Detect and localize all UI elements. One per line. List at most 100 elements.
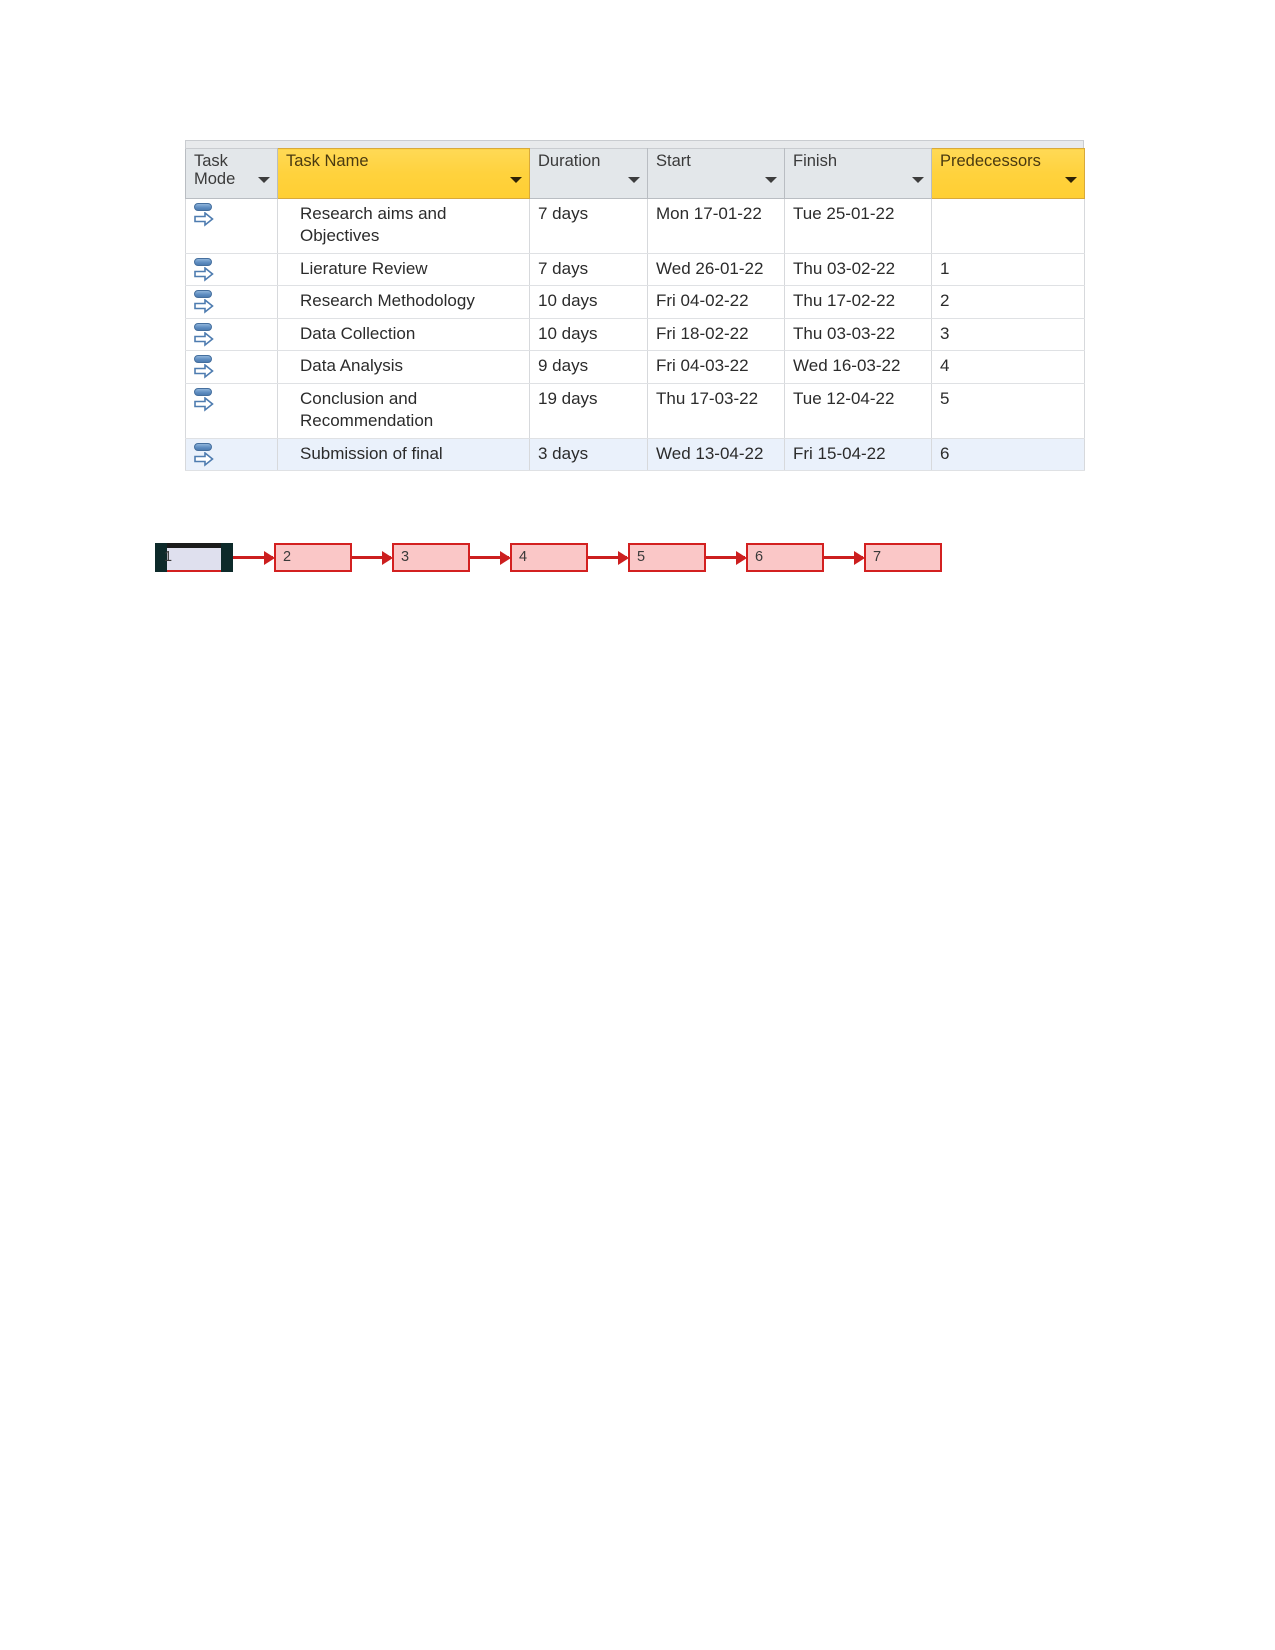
auto-scheduled-icon <box>193 354 219 380</box>
cell-task-name[interactable]: Data Collection <box>277 317 530 352</box>
arrow-right-outline-icon <box>194 451 214 467</box>
network-node[interactable]: 1 <box>155 543 233 572</box>
dependency-arrow[interactable] <box>705 551 747 565</box>
column-header-duration[interactable]: Duration <box>529 148 648 199</box>
cell-task-name[interactable]: Lierature Review <box>277 252 530 287</box>
network-node[interactable]: 6 <box>746 543 824 572</box>
column-header-label: Finish <box>793 152 838 170</box>
cell-task-name[interactable]: Research Methodology <box>277 285 530 319</box>
table-row[interactable]: Research Methodology 10 days Fri 04-02-22 T… <box>185 285 1085 319</box>
table-header-row: Task Mode Task Name Duration Start Finis… <box>185 148 1085 199</box>
cell-task-name[interactable]: Submission of final <box>277 437 530 471</box>
view-split-bar[interactable] <box>185 140 1084 148</box>
column-header-predecessors[interactable]: Predecessors <box>931 148 1085 199</box>
chevron-down-icon[interactable] <box>1065 177 1077 183</box>
arrow-right-outline-icon <box>194 331 214 347</box>
cell-task-mode[interactable] <box>185 252 278 287</box>
table-row[interactable]: Conclusion and Recommendation 19 days Thu … <box>185 382 1085 439</box>
cell-task-mode[interactable] <box>185 285 278 319</box>
chevron-down-icon[interactable] <box>912 177 924 183</box>
dependency-arrow[interactable] <box>823 551 865 565</box>
cell-finish[interactable]: Thu 03-03-22 <box>784 317 932 352</box>
cell-finish[interactable]: Thu 03-02-22 <box>784 252 932 287</box>
cell-task-name[interactable]: Data Analysis <box>277 350 530 384</box>
arrow-right-outline-icon <box>194 212 214 227</box>
cell-predecessors[interactable]: 6 <box>931 437 1085 471</box>
column-header-start[interactable]: Start <box>647 148 785 199</box>
cell-task-name[interactable]: Research aims and Objectives <box>277 198 530 254</box>
network-node-label: 4 <box>519 549 528 565</box>
task-table-region: Task Mode Task Name Duration Start Finis… <box>185 140 1085 471</box>
cell-start[interactable]: Mon 17-01-22 <box>647 198 785 254</box>
cell-start[interactable]: Wed 26-01-22 <box>647 252 785 287</box>
dependency-arrow[interactable] <box>351 551 393 565</box>
column-header-label: Task Mode <box>194 152 236 189</box>
cell-duration[interactable]: 7 days <box>529 252 648 287</box>
cell-finish[interactable]: Tue 25-01-22 <box>784 198 932 254</box>
cell-predecessors[interactable]: 3 <box>931 317 1085 352</box>
table-row[interactable]: Submission of final 3 days Wed 13-04-22 Fri… <box>185 437 1085 471</box>
network-node[interactable]: 4 <box>510 543 588 572</box>
network-node[interactable]: 5 <box>628 543 706 572</box>
cell-task-mode[interactable] <box>185 198 278 254</box>
arrow-right-outline-icon <box>194 299 214 314</box>
network-node-label: 7 <box>873 549 882 565</box>
cell-predecessors[interactable]: 5 <box>931 382 1085 439</box>
cell-task-mode[interactable] <box>185 317 278 352</box>
task-table: Task Mode Task Name Duration Start Finis… <box>185 148 1085 471</box>
dependency-arrow[interactable] <box>233 551 275 565</box>
table-row[interactable]: Data Collection 10 days Fri 18-02-22 Thu 03… <box>185 317 1085 352</box>
network-node[interactable]: 7 <box>864 543 942 572</box>
cell-task-mode[interactable] <box>185 437 278 471</box>
column-header-task-name[interactable]: Task Name <box>277 148 530 199</box>
auto-scheduled-icon <box>193 322 219 348</box>
cell-predecessors[interactable]: 2 <box>931 285 1085 319</box>
cell-start[interactable]: Fri 04-03-22 <box>647 350 785 384</box>
cell-finish[interactable]: Tue 12-04-22 <box>784 382 932 439</box>
chevron-down-icon[interactable] <box>765 177 777 183</box>
cell-duration[interactable]: 3 days <box>529 437 648 471</box>
column-header-label: Start <box>656 152 691 170</box>
cell-predecessors[interactable]: 1 <box>931 252 1085 287</box>
cell-finish[interactable]: Thu 17-02-22 <box>784 285 932 319</box>
network-node-label: 2 <box>283 549 292 565</box>
column-header-label: Task Name <box>286 152 369 170</box>
dependency-arrow[interactable] <box>587 551 629 565</box>
cell-predecessors[interactable] <box>931 198 1085 254</box>
column-header-label: Predecessors <box>940 152 1041 170</box>
table-row[interactable]: Data Analysis 9 days Fri 04-03-22 Wed 16-03… <box>185 350 1085 384</box>
column-header-finish[interactable]: Finish <box>784 148 932 199</box>
table-row[interactable]: Research aims and Objectives 7 days Mon 17… <box>185 198 1085 254</box>
cell-finish[interactable]: Wed 16-03-22 <box>784 350 932 384</box>
cell-start[interactable]: Fri 18-02-22 <box>647 317 785 352</box>
cell-start[interactable]: Fri 04-02-22 <box>647 285 785 319</box>
chevron-down-icon[interactable] <box>510 177 522 183</box>
table-row[interactable]: Lierature Review 7 days Wed 26-01-22 Thu 03… <box>185 252 1085 287</box>
precedence-network-diagram: 1 2 3 4 5 6 7 <box>155 543 945 575</box>
network-node[interactable]: 2 <box>274 543 352 572</box>
column-header-label: Duration <box>538 152 601 170</box>
cell-task-mode[interactable] <box>185 350 278 384</box>
cell-start[interactable]: Wed 13-04-22 <box>647 437 785 471</box>
network-node-label: 3 <box>401 549 410 565</box>
auto-scheduled-icon <box>193 442 219 468</box>
selection-bar <box>167 543 221 548</box>
network-node[interactable]: 3 <box>392 543 470 572</box>
cell-duration[interactable]: 9 days <box>529 350 648 384</box>
network-node-label: 5 <box>637 549 646 565</box>
chevron-down-icon[interactable] <box>258 177 270 183</box>
selection-handle-right[interactable] <box>221 543 233 572</box>
cell-duration[interactable]: 19 days <box>529 382 648 439</box>
chevron-down-icon[interactable] <box>628 177 640 183</box>
auto-scheduled-icon <box>193 257 219 283</box>
cell-finish[interactable]: Fri 15-04-22 <box>784 437 932 471</box>
cell-duration[interactable]: 10 days <box>529 317 648 352</box>
column-header-task-mode[interactable]: Task Mode <box>185 148 278 199</box>
cell-predecessors[interactable]: 4 <box>931 350 1085 384</box>
cell-duration[interactable]: 7 days <box>529 198 648 254</box>
cell-duration[interactable]: 10 days <box>529 285 648 319</box>
cell-task-name[interactable]: Conclusion and Recommendation <box>277 382 530 439</box>
dependency-arrow[interactable] <box>469 551 511 565</box>
cell-start[interactable]: Thu 17-03-22 <box>647 382 785 439</box>
cell-task-mode[interactable] <box>185 382 278 439</box>
